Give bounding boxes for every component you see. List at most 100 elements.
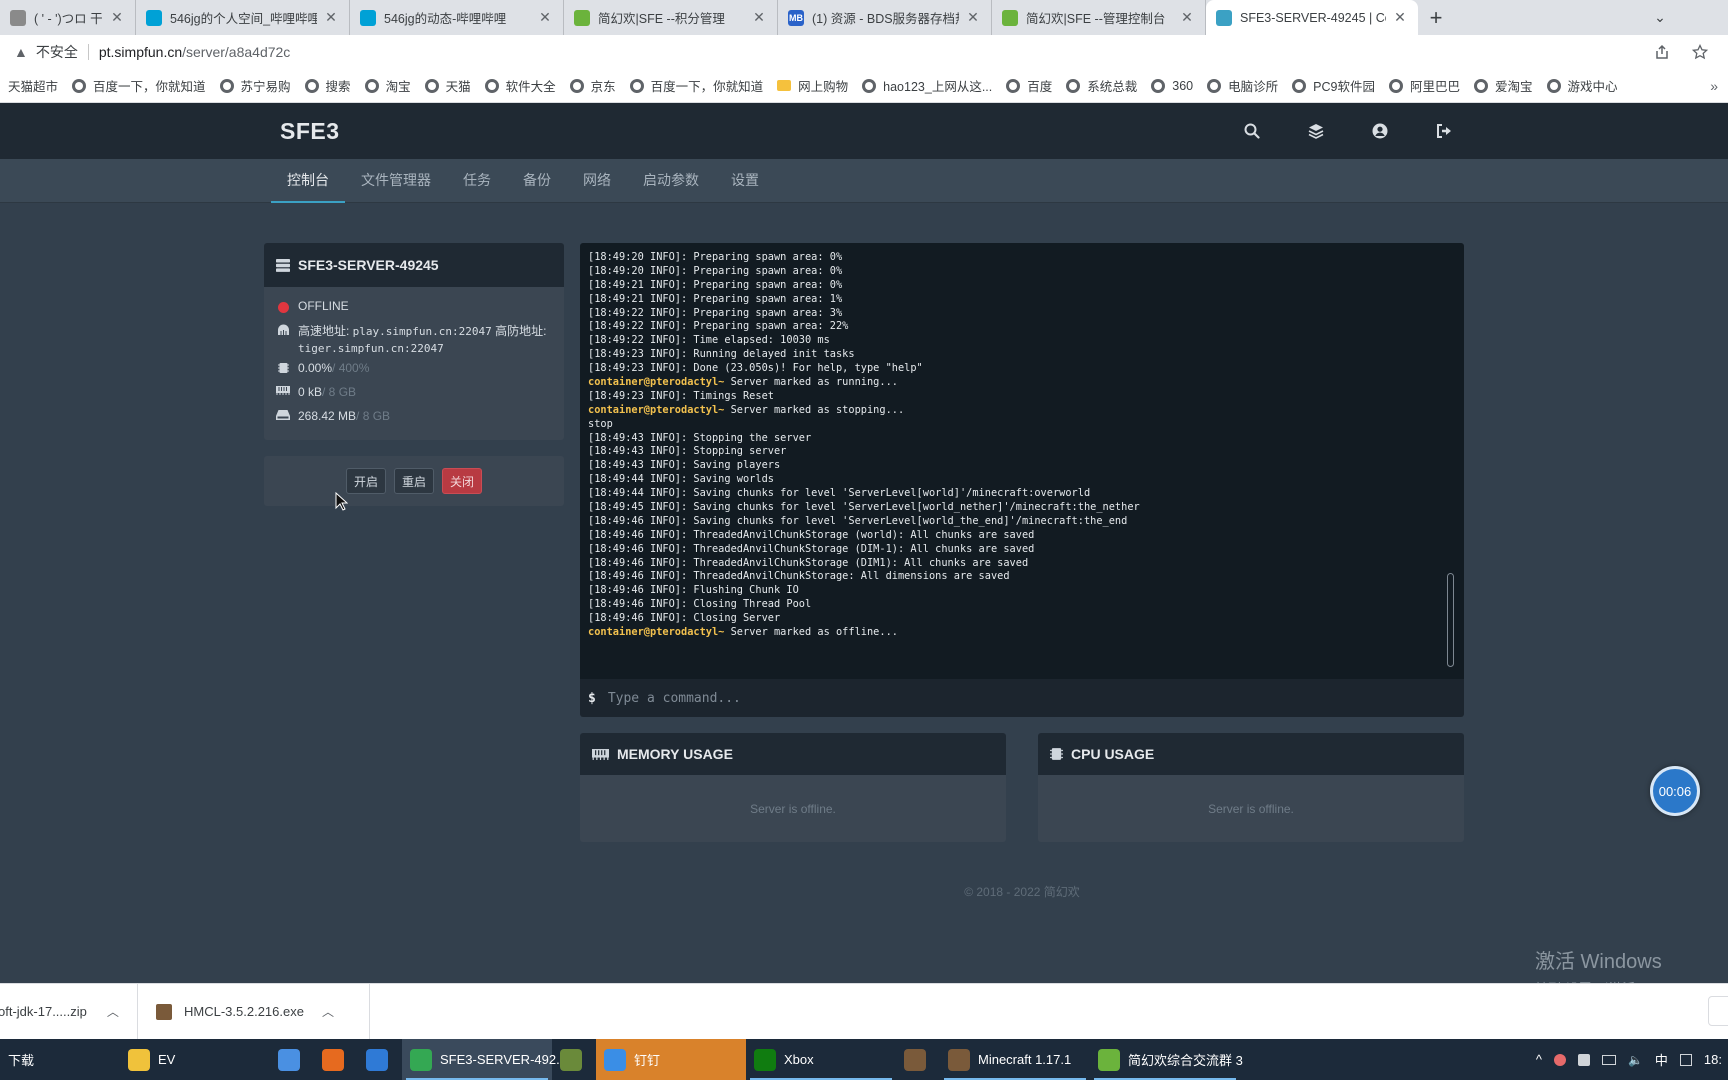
taskbar-app[interactable] (270, 1039, 314, 1080)
chevron-up-icon[interactable]: ︿ (322, 1003, 334, 1020)
taskbar-app[interactable] (552, 1039, 596, 1080)
bookmark-item[interactable]: 京东 (569, 76, 616, 95)
bookmark-item[interactable]: 百度一下，你就知道 (629, 76, 763, 95)
taskbar-app[interactable] (896, 1039, 940, 1080)
bookmark-label: 360 (1172, 78, 1194, 93)
console-lines: [18:49:20 INFO]: Preparing spawn area: 0… (588, 251, 1438, 640)
recording-timer[interactable]: 00:06 (1650, 766, 1700, 816)
address-value-1: play.simpfun.cn:22047 (352, 325, 492, 338)
input-mode-icon[interactable] (1679, 1053, 1692, 1066)
tab-close-icon[interactable]: ✕ (751, 9, 767, 26)
browser-tab[interactable]: MB (1) 资源 - BDS服务器存档热备份 ✕ (778, 0, 992, 35)
tab-close-icon[interactable]: ✕ (537, 9, 553, 26)
bookmark-item[interactable]: 360 (1151, 78, 1194, 93)
taskbar-app[interactable] (358, 1039, 402, 1080)
tab-search-icon[interactable]: ⌄ (1640, 0, 1680, 35)
bookmark-item[interactable]: 软件大全 (484, 76, 556, 95)
taskbar-app[interactable] (314, 1039, 358, 1080)
console-text: [18:49:44 INFO]: Saving worlds (588, 473, 774, 486)
logout-icon[interactable] (1412, 103, 1476, 159)
memory-usage-header: MEMORY USAGE (580, 733, 1006, 775)
tray-device-icon[interactable] (1577, 1053, 1590, 1066)
bookmark-item[interactable]: 阿里巴巴 (1388, 76, 1460, 95)
tab-title: 546jg的动态-哔哩哔哩 (384, 12, 507, 26)
browser-tab[interactable]: SFE3-SERVER-49245 | Consol ✕ (1206, 0, 1418, 35)
stop-button[interactable]: 关闭 (442, 468, 483, 494)
ime-indicator[interactable]: 中 (1655, 1050, 1668, 1069)
browser-tab[interactable]: ( ' - ')つロ 干杯~-bili ✕ (0, 0, 136, 35)
bookmark-item[interactable]: 系统总裁 (1066, 76, 1137, 95)
subnav-tab[interactable]: 备份 (507, 159, 567, 203)
downloads-show-all-button[interactable] (1708, 996, 1728, 1026)
taskbar-app[interactable]: 简幻欢综合交流群 3 (1090, 1039, 1243, 1080)
bookmark-item[interactable]: 游戏中心 (1546, 76, 1618, 95)
globe-icon (364, 78, 379, 93)
bookmark-label: 游戏中心 (1567, 80, 1618, 94)
taskbar-app[interactable]: Minecraft 1.17.1 (940, 1039, 1090, 1080)
browser-tab[interactable]: 546jg的个人空间_哔哩哔哩_bili ✕ (136, 0, 350, 35)
brand-logo[interactable]: SFE3 (280, 103, 340, 159)
start-button[interactable]: 开启 (345, 468, 386, 494)
share-icon[interactable] (1654, 44, 1670, 60)
tray-chevron-icon[interactable]: ^ (1536, 1052, 1542, 1067)
address-bar[interactable]: ▲ 不安全 pt.simpfun.cn/server/a8a4d72c (0, 35, 1728, 69)
bookmark-item[interactable]: 爱淘宝 (1474, 76, 1533, 95)
bookmark-item[interactable]: PC9软件园 (1292, 76, 1375, 95)
tab-close-icon[interactable]: ✕ (323, 9, 339, 26)
bookmark-item[interactable]: hao123_上网从这... (862, 76, 992, 95)
memory-usage-title: MEMORY USAGE (617, 746, 733, 762)
bookmark-item[interactable]: 天猫超市 (8, 76, 58, 95)
search-icon[interactable] (1220, 103, 1284, 159)
console-text: [18:49:43 INFO]: Stopping server (588, 445, 787, 458)
subnav-tab[interactable]: 网络 (567, 159, 627, 203)
address-label-2: 高防地址: (491, 324, 547, 338)
bookmark-star-icon[interactable] (1692, 44, 1708, 60)
taskbar-app[interactable]: Xbox (746, 1039, 896, 1080)
taskbar-clock[interactable]: 18: (1704, 1052, 1722, 1067)
new-tab-button[interactable]: + (1418, 0, 1454, 35)
tab-close-icon[interactable]: ✕ (1392, 9, 1408, 26)
restart-button[interactable]: 重启 (393, 468, 434, 494)
bookmark-item[interactable]: 苏宁易购 (219, 76, 291, 95)
bookmark-item[interactable]: 淘宝 (364, 76, 411, 95)
bookmark-item[interactable]: 百度 (1006, 76, 1052, 95)
url-text[interactable]: pt.simpfun.cn/server/a8a4d72c (99, 44, 290, 60)
subnav-tab[interactable]: 控制台 (271, 159, 345, 203)
console-output[interactable]: [18:49:20 INFO]: Preparing spawn area: 0… (580, 243, 1464, 679)
warning-icon[interactable]: ▲ (14, 44, 28, 60)
insecure-label[interactable]: 不安全 (36, 42, 78, 62)
taskbar-app[interactable]: 钉钉 (596, 1039, 746, 1080)
bookmark-item[interactable]: 百度一下，你就知道 (72, 76, 206, 95)
network-tray-icon[interactable] (1601, 1054, 1616, 1065)
bookmark-item[interactable]: 网上购物 (777, 76, 848, 95)
bookmarks-more-icon[interactable]: » (1710, 69, 1718, 102)
address-text[interactable]: 高速地址: play.simpfun.cn:22047 高防地址: tiger.… (298, 323, 552, 357)
console-scrollbar[interactable] (1447, 573, 1454, 667)
browser-tab[interactable]: 546jg的动态-哔哩哔哩 ✕ (350, 0, 564, 35)
subnav-tab[interactable]: 任务 (447, 159, 507, 203)
tray-app-icon[interactable] (1553, 1053, 1566, 1066)
subnav-tab[interactable]: 文件管理器 (345, 159, 447, 203)
command-input[interactable] (607, 683, 1464, 713)
tab-close-icon[interactable]: ✕ (1179, 9, 1195, 26)
globe-icon (424, 78, 439, 93)
bookmark-item[interactable]: 天猫 (424, 76, 471, 95)
layers-icon[interactable] (1284, 103, 1348, 159)
taskbar-app[interactable]: SFE3-SERVER-492... (402, 1039, 567, 1080)
taskbar-app[interactable]: 下载 (0, 1039, 120, 1080)
chevron-up-icon[interactable]: ︿ (107, 1003, 119, 1020)
tab-close-icon[interactable]: ✕ (965, 9, 981, 26)
subnav-tab[interactable]: 设置 (715, 159, 775, 203)
download-item[interactable]: oft-jdk-17.....zip ︿ (0, 983, 138, 1040)
console-text: [18:49:46 INFO]: ThreadedAnvilChunkStora… (588, 542, 1035, 555)
browser-tab[interactable]: 简幻欢|SFE --管理控制台 ✕ (992, 0, 1206, 35)
user-circle-icon[interactable] (1348, 103, 1412, 159)
bookmark-item[interactable]: 电脑诊所 (1207, 76, 1278, 95)
subnav-tab[interactable]: 启动参数 (627, 159, 715, 203)
browser-tab[interactable]: 简幻欢|SFE --积分管理 ✕ (564, 0, 778, 35)
taskbar-app[interactable]: EV (120, 1039, 270, 1080)
volume-icon[interactable]: 🔈 (1628, 1053, 1643, 1067)
tab-close-icon[interactable]: ✕ (109, 9, 125, 26)
download-item[interactable]: HMCL-3.5.2.216.exe ︿ (138, 983, 370, 1040)
bookmark-item[interactable]: 搜索 (304, 76, 351, 95)
